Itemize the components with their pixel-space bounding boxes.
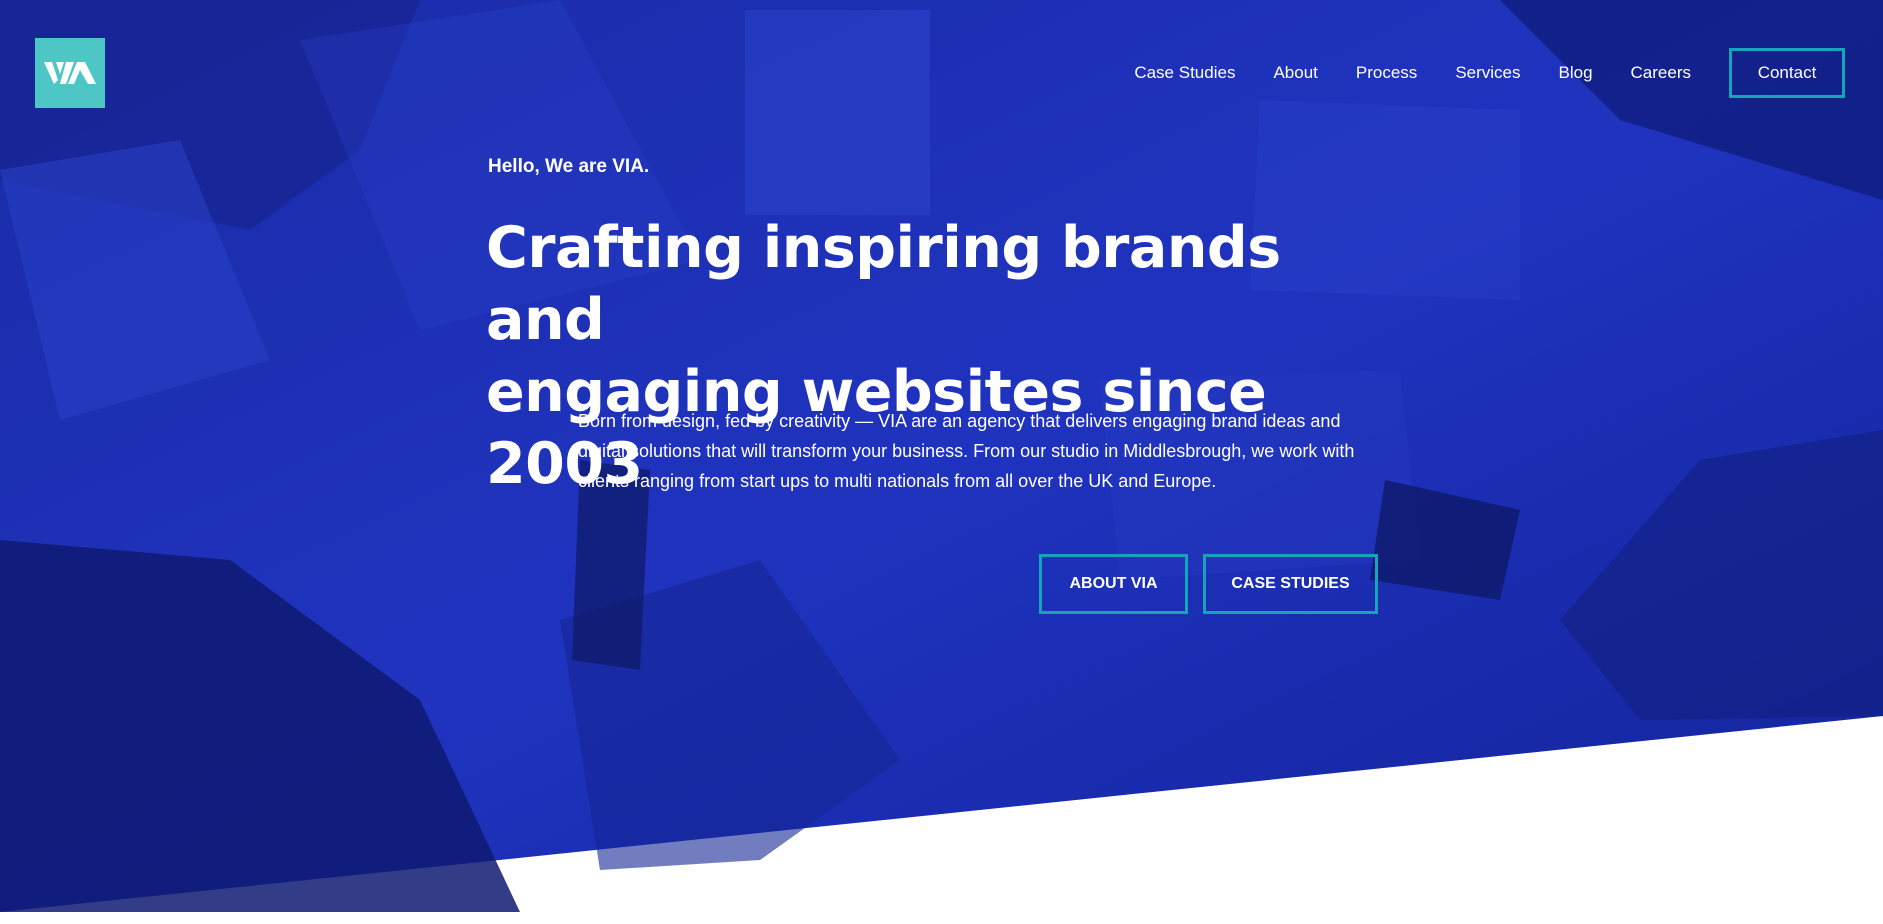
nav-item-process[interactable]: Process (1356, 63, 1417, 83)
contact-button[interactable]: Contact (1729, 48, 1845, 98)
via-logo-mark (44, 62, 96, 84)
about-via-button[interactable]: ABOUT VIA (1039, 554, 1188, 614)
nav-item-case-studies[interactable]: Case Studies (1134, 63, 1235, 83)
nav-item-about[interactable]: About (1273, 63, 1317, 83)
hero-eyebrow: Hello, We are VIA. (488, 156, 650, 177)
nav-item-services[interactable]: Services (1455, 63, 1520, 83)
main-navigation: Case Studies About Process Services Blog… (1096, 48, 1845, 98)
nav-item-careers[interactable]: Careers (1631, 63, 1691, 83)
case-studies-button[interactable]: CASE STUDIES (1203, 554, 1378, 614)
via-logo[interactable] (35, 38, 105, 108)
hero-section: Case Studies About Process Services Blog… (0, 0, 1883, 924)
hero-intro-text: Born from design, fed by creativity — VI… (578, 411, 1355, 491)
hero-headline-line1: Crafting inspiring brands and (486, 215, 1281, 353)
nav-item-blog[interactable]: Blog (1559, 63, 1593, 83)
